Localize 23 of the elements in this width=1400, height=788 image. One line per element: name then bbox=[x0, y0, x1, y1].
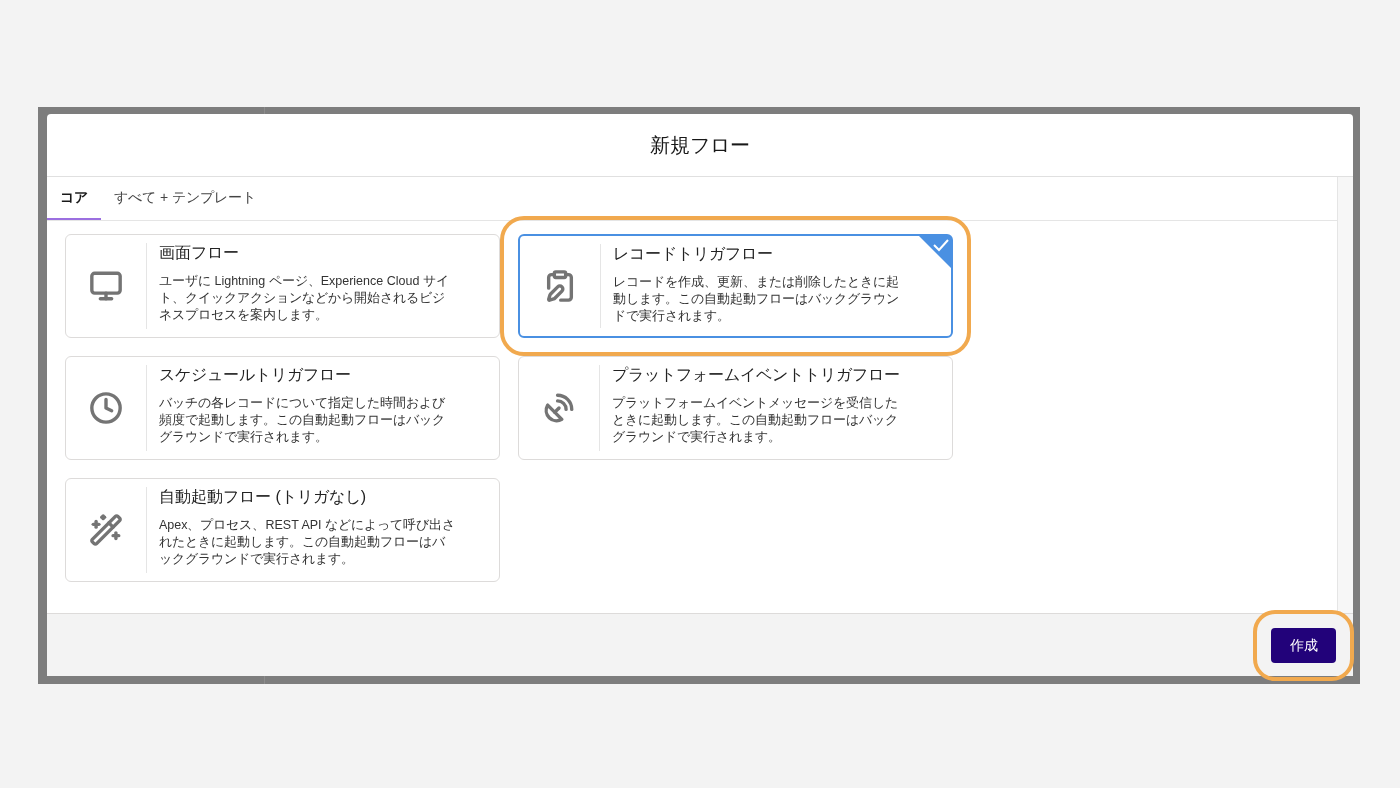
flow-type-card[interactable]: 自動起動フロー (トリガなし) Apex、プロセス、REST API などによって呼び出されたときに起動します。この自動起動フローはバックグラウンドで実行されます。 bbox=[65, 478, 500, 582]
create-button[interactable]: 作成 bbox=[1271, 627, 1336, 663]
card-title: スケジュールトリガフロー bbox=[159, 365, 352, 385]
card-title: 画面フロー bbox=[159, 243, 240, 263]
satellite-dish-icon bbox=[542, 391, 576, 425]
monitor-icon bbox=[89, 269, 123, 303]
flow-type-card[interactable]: プラットフォームイベントトリガフロー プラットフォームイベントメッセージを受信したときに起動します。この自動起動フローはバックグラウンドで実行されます。 bbox=[518, 356, 953, 460]
card-title: 自動起動フロー (トリガなし) bbox=[159, 487, 368, 507]
flow-type-card[interactable]: 画面フロー ユーザに Lightning ページ、Experience Cloud サイト、クイックアクションなどから開始されるビジネスプロセスを案内します。 bbox=[65, 234, 500, 338]
card-description: バッチの各レコードについて指定した時間および頻度で起動します。この自動起動フローはバックグラウンドで実行されます。 bbox=[159, 395, 446, 446]
card-description: ユーザに Lightning ページ、Experience Cloud サイト、クイックアクションなどから開始されるビジネスプロセスを案内します。 bbox=[159, 273, 450, 324]
card-title: レコードトリガフロー bbox=[613, 244, 774, 264]
tab[interactable]: すべて + テンプレート bbox=[101, 177, 269, 220]
flow-type-card[interactable]: スケジュールトリガフロー バッチの各レコードについて指定した時間および頻度で起動します。この自動起動フローはバックグラウンドで実行されます。 bbox=[65, 356, 500, 460]
magic-wand-icon bbox=[89, 513, 123, 547]
dialog-title: 新規フロー bbox=[650, 133, 750, 158]
tab[interactable]: コア bbox=[47, 177, 101, 220]
card-title: プラットフォームイベントトリガフロー bbox=[612, 365, 901, 385]
card-description: プラットフォームイベントメッセージを受信したときに起動します。この自動起動フローはバックグラウンドで実行されます。 bbox=[612, 395, 899, 446]
clock-icon bbox=[89, 391, 123, 425]
card-description: レコードを作成、更新、または削除したときに起動します。この自動起動フローはバックグラウンドで実行されます。 bbox=[613, 274, 900, 325]
card-description: Apex、プロセス、REST API などによって呼び出されたときに起動します。この自動起動フローはバックグラウンドで実行されます。 bbox=[159, 517, 456, 568]
check-icon bbox=[919, 236, 951, 268]
